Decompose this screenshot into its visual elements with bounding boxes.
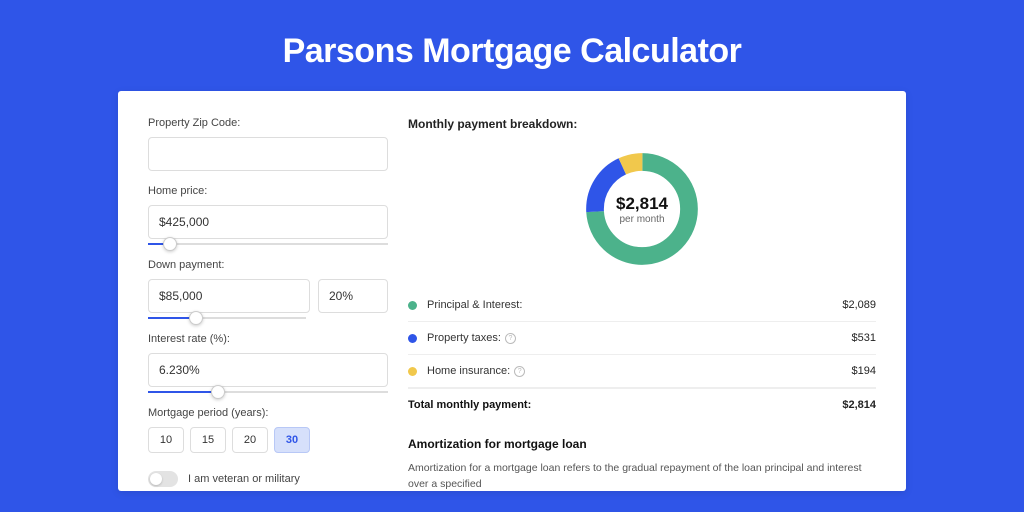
period-group-wrap: Mortgage period (years): 10 15 20 30 <box>148 407 388 453</box>
slider-thumb[interactable] <box>211 385 225 399</box>
legend-value: $2,089 <box>842 299 876 311</box>
interest-rate-input[interactable] <box>148 353 388 387</box>
legend-value: $531 <box>852 332 876 344</box>
breakdown-heading: Monthly payment breakdown: <box>408 117 876 131</box>
period-options: 10 15 20 30 <box>148 427 388 453</box>
legend-label: Principal & Interest: <box>427 299 842 311</box>
home-price-input[interactable] <box>148 205 388 239</box>
amortization-title: Amortization for mortgage loan <box>408 437 876 451</box>
dot-icon <box>408 367 417 376</box>
zip-input[interactable] <box>148 137 388 171</box>
period-option-10[interactable]: 10 <box>148 427 184 453</box>
home-price-slider[interactable] <box>148 243 388 245</box>
info-icon[interactable]: ? <box>505 333 516 344</box>
interest-rate-group: Interest rate (%): <box>148 333 388 393</box>
interest-rate-label: Interest rate (%): <box>148 333 388 345</box>
down-payment-amount-input[interactable] <box>148 279 310 313</box>
legend-row-principal: Principal & Interest: $2,089 <box>408 289 876 322</box>
veteran-toggle[interactable] <box>148 471 178 487</box>
veteran-row: I am veteran or military <box>148 471 388 487</box>
total-label: Total monthly payment: <box>408 399 842 411</box>
period-label: Mortgage period (years): <box>148 407 388 419</box>
breakdown-column: Monthly payment breakdown: $2,814 per mo… <box>408 117 876 491</box>
slider-thumb[interactable] <box>189 311 203 325</box>
dot-icon <box>408 301 417 310</box>
period-option-30[interactable]: 30 <box>274 427 310 453</box>
info-icon[interactable]: ? <box>514 366 525 377</box>
dot-icon <box>408 334 417 343</box>
down-payment-label: Down payment: <box>148 259 388 271</box>
amortization-section: Amortization for mortgage loan Amortizat… <box>408 437 876 491</box>
legend-row-insurance: Home insurance: ? $194 <box>408 355 876 388</box>
page-title: Parsons Mortgage Calculator <box>0 0 1024 91</box>
zip-label: Property Zip Code: <box>148 117 388 129</box>
legend-label: Home insurance: ? <box>427 365 852 377</box>
donut-sub: per month <box>619 214 664 225</box>
home-price-label: Home price: <box>148 185 388 197</box>
veteran-label: I am veteran or military <box>188 473 300 485</box>
legend-row-taxes: Property taxes: ? $531 <box>408 322 876 355</box>
zip-field-group: Property Zip Code: <box>148 117 388 171</box>
slider-thumb[interactable] <box>163 237 177 251</box>
down-payment-group: Down payment: <box>148 259 388 319</box>
legend-value: $194 <box>852 365 876 377</box>
legend-label: Property taxes: ? <box>427 332 852 344</box>
down-payment-pct-input[interactable] <box>318 279 388 313</box>
total-row: Total monthly payment: $2,814 <box>408 388 876 421</box>
donut-chart-wrap: $2,814 per month <box>408 141 876 289</box>
home-price-group: Home price: <box>148 185 388 245</box>
calculator-card: Property Zip Code: Home price: Down paym… <box>118 91 906 491</box>
donut-amount: $2,814 <box>616 194 668 214</box>
amortization-text: Amortization for a mortgage loan refers … <box>408 461 876 491</box>
donut-chart: $2,814 per month <box>580 147 704 271</box>
period-option-15[interactable]: 15 <box>190 427 226 453</box>
interest-rate-slider[interactable] <box>148 391 388 393</box>
period-option-20[interactable]: 20 <box>232 427 268 453</box>
down-payment-slider[interactable] <box>148 317 306 319</box>
total-value: $2,814 <box>842 399 876 411</box>
inputs-column: Property Zip Code: Home price: Down paym… <box>148 117 388 491</box>
